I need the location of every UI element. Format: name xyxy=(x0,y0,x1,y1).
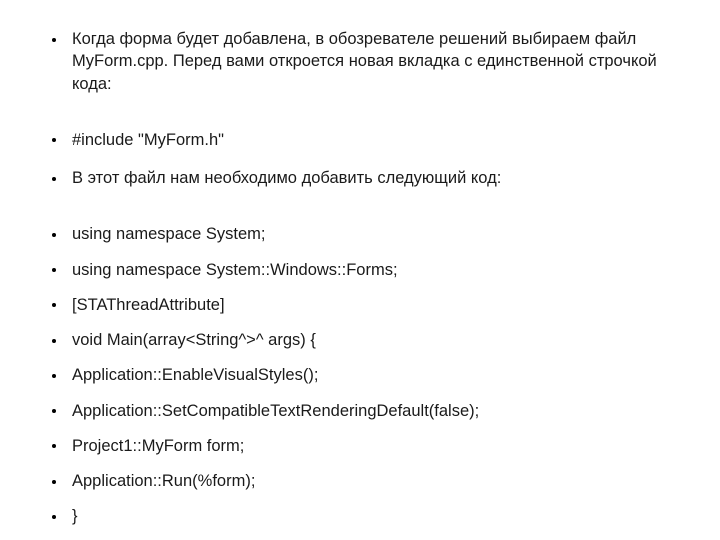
list-item: Application::SetCompatibleTextRenderingD… xyxy=(40,400,680,422)
list-item: using namespace System; xyxy=(40,223,680,245)
list-item: Application::Run(%form); xyxy=(40,470,680,492)
list-item: В этот файл нам необходимо добавить след… xyxy=(40,167,680,189)
bullet-list: Когда форма будет добавлена, в обозреват… xyxy=(40,28,680,528)
list-item: } xyxy=(40,505,680,527)
list-item: Когда форма будет добавлена, в обозреват… xyxy=(40,28,680,95)
list-item: [STAThreadAttribute] xyxy=(40,294,680,316)
list-item: Application::EnableVisualStyles(); xyxy=(40,364,680,386)
list-item: #include "MyForm.h" xyxy=(40,129,680,151)
list-item: Project1::MyForm form; xyxy=(40,435,680,457)
list-item: using namespace System::Windows::Forms; xyxy=(40,259,680,281)
list-item: void Main(array<String^>^ args) { xyxy=(40,329,680,351)
